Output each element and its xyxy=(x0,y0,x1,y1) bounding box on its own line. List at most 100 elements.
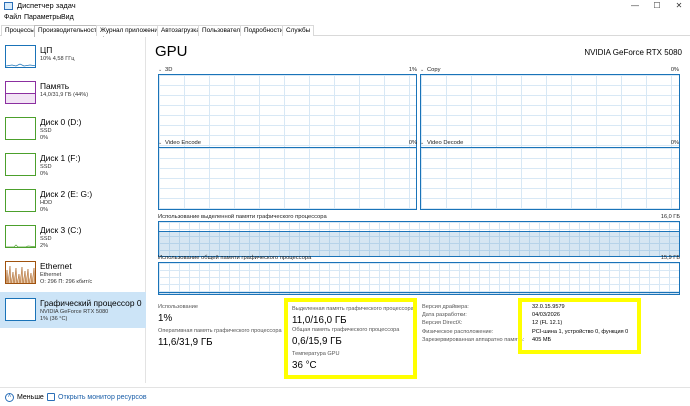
sidebar-item-label: Диск 2 (E: G:) xyxy=(40,189,93,199)
graph-copy-label[interactable]: Copy xyxy=(427,67,441,73)
shared-graph-max: 15,9 ГБ xyxy=(660,255,680,261)
disk3-mini-graph xyxy=(6,244,35,247)
resource-monitor-icon xyxy=(47,393,55,401)
chevron-down-icon[interactable]: ⌄ xyxy=(420,67,424,73)
sidebar-item-sub: SSD xyxy=(40,236,52,242)
sidebar-item-disk3[interactable]: Диск 3 (C:) SSD 2% xyxy=(0,219,146,255)
menu-bar: Файл Параметры Вид xyxy=(0,13,690,25)
minimize-icon[interactable]: — xyxy=(624,0,646,13)
dedicated-graph-label: Использование выделенной памяти графичес… xyxy=(158,214,327,220)
shared-memory-graph xyxy=(158,262,680,295)
dedicated-memory-label: Выделенная память графического процессор… xyxy=(292,306,414,312)
tab-details[interactable]: Подробности xyxy=(240,25,288,36)
tab-startup[interactable]: Автозагрузка xyxy=(157,25,204,36)
reserved-memory-value: 405 МБ xyxy=(532,337,552,343)
tab-performance[interactable]: Производительность xyxy=(34,25,105,37)
graph-video-decode-label[interactable]: Video Decode xyxy=(427,140,463,146)
gpu-memory-label: Оперативная память графического процессо… xyxy=(158,328,282,334)
disk2-thumbnail xyxy=(5,189,36,212)
reserved-memory-key: Зарезервированная аппаратно память: xyxy=(422,337,525,343)
chevron-up-icon[interactable]: ˄ xyxy=(5,393,14,402)
sidebar-item-sub: 10% 4,58 ГГц xyxy=(40,56,75,62)
page-title: GPU xyxy=(155,43,188,60)
gpu-model-name: NVIDIA GeForce RTX 5080 xyxy=(584,48,682,57)
gpu0-thumbnail xyxy=(5,298,36,321)
dedicated-memory-value: 11,0/16,0 ГБ xyxy=(292,315,347,326)
directx-value: 12 (FL 12.1) xyxy=(532,320,563,326)
shared-memory-value: 0,6/15,9 ГБ xyxy=(292,336,342,347)
sidebar-item-sub2: 0% xyxy=(40,171,49,177)
fewer-details-button[interactable]: Меньше xyxy=(17,394,44,401)
gpu-temperature-label: Температура GPU xyxy=(292,351,340,357)
chevron-down-icon[interactable]: ⌄ xyxy=(420,140,424,146)
sidebar-item-sub2: 0% xyxy=(40,207,49,213)
physical-location-key: Физическое расположение: xyxy=(422,329,494,335)
ethernet-mini-graph xyxy=(6,265,35,283)
sidebar-item-disk0[interactable]: Диск 0 (D:) SSD 0% xyxy=(0,111,146,147)
sidebar-item-memory[interactable]: Память 14,0/31,9 ГБ (44%) xyxy=(0,75,146,111)
close-icon[interactable]: ✕ xyxy=(668,0,690,13)
footer-bar: ˄ Меньше Открыть монитор ресурсов xyxy=(0,387,690,406)
disk1-thumbnail xyxy=(5,153,36,176)
menu-file[interactable]: Файл xyxy=(4,14,21,21)
task-manager-icon xyxy=(4,2,13,10)
sidebar-item-sub: SSD xyxy=(40,164,52,170)
graph-video-decode-pct: 0% xyxy=(670,140,679,146)
menu-view[interactable]: Вид xyxy=(61,14,74,21)
cpu-thumbnail xyxy=(5,45,36,68)
driver-date-key: Дата разработки: xyxy=(422,312,467,318)
graph-3d-label[interactable]: 3D xyxy=(165,67,172,73)
usage-value: 1% xyxy=(158,313,173,324)
disk3-thumbnail xyxy=(5,225,36,248)
usage-label: Использование xyxy=(158,304,198,310)
driver-version-key: Версия драйвера: xyxy=(422,304,469,310)
sidebar-item-label: Память xyxy=(40,81,70,91)
sidebar-item-ethernet[interactable]: Ethernet Ethernet О: 296 П: 296 кбит/с xyxy=(0,255,146,291)
physical-location-value: PCI-шина 1, устройство 0, функция 0 xyxy=(532,329,629,335)
dedicated-memory-graph xyxy=(158,221,680,257)
sidebar-item-gpu0[interactable]: Графический процессор 0 NVIDIA GeForce R… xyxy=(0,292,146,328)
sidebar-item-sub: SSD xyxy=(40,128,52,134)
gpu-temperature-value: 36 °C xyxy=(292,360,317,371)
sidebar-item-label: Диск 1 (F:) xyxy=(40,153,81,163)
chevron-down-icon[interactable]: ⌄ xyxy=(158,67,162,73)
driver-date-value: 04/03/2026 xyxy=(532,312,560,318)
graph-video-decode xyxy=(420,147,680,210)
dedicated-memory-fill xyxy=(159,231,679,256)
directx-key: Версия DirectX: xyxy=(422,320,463,326)
sidebar-item-label: Ethernet xyxy=(40,261,72,271)
gpu-panel: GPU NVIDIA GeForce RTX 5080 ⌄ 3D 1% ⌄ Co… xyxy=(150,37,690,383)
sidebar-item-cpu[interactable]: ЦП 10% 4,58 ГГц xyxy=(0,39,146,75)
sidebar-item-disk2[interactable]: Диск 2 (E: G:) HDD 0% xyxy=(0,183,146,219)
graph-video-encode-pct: 0% xyxy=(408,140,417,146)
driver-version-value: 32.0.15.9579 xyxy=(532,304,565,310)
resource-sidebar: ЦП 10% 4,58 ГГц Память 14,0/31,9 ГБ (44%… xyxy=(0,37,146,383)
sidebar-item-sub2: 1% (36 °C) xyxy=(40,316,68,322)
sidebar-item-sub2: О: 296 П: 296 кбит/с xyxy=(40,279,93,285)
tab-strip: Процессы Производительность Журнал прило… xyxy=(0,25,690,37)
title-bar: Диспетчер задач — ☐ ✕ xyxy=(0,0,690,13)
shared-memory-fill xyxy=(159,292,679,294)
sidebar-item-sub: NVIDIA GeForce RTX 5080 xyxy=(40,309,109,315)
graph-video-encode-label[interactable]: Video Encode xyxy=(165,140,201,146)
sidebar-item-sub: 14,0/31,9 ГБ (44%) xyxy=(40,92,89,98)
graph-video-encode xyxy=(158,147,417,210)
sidebar-item-sub2: 0% xyxy=(40,135,49,141)
tab-services[interactable]: Службы xyxy=(282,25,315,36)
sidebar-item-disk1[interactable]: Диск 1 (F:) SSD 0% xyxy=(0,147,146,183)
menu-options[interactable]: Параметры xyxy=(24,14,61,21)
chevron-down-icon[interactable]: ⌄ xyxy=(158,140,162,146)
tab-app-history[interactable]: Журнал приложений xyxy=(96,25,166,36)
sidebar-item-label: Графический процессор 0 xyxy=(40,298,142,308)
cpu-mini-graph xyxy=(6,63,35,67)
sidebar-item-sub2: 2% xyxy=(40,243,49,249)
open-resource-monitor-link[interactable]: Открыть монитор ресурсов xyxy=(58,394,147,401)
memory-thumbnail xyxy=(5,81,36,104)
sidebar-item-sub: Ethernet xyxy=(40,272,62,278)
sidebar-item-label: Диск 3 (C:) xyxy=(40,225,82,235)
disk0-thumbnail xyxy=(5,117,36,140)
maximize-icon[interactable]: ☐ xyxy=(646,0,668,13)
ethernet-thumbnail xyxy=(5,261,36,284)
dedicated-graph-max: 16,0 ГБ xyxy=(660,214,680,220)
sidebar-item-sub: HDD xyxy=(40,200,53,206)
